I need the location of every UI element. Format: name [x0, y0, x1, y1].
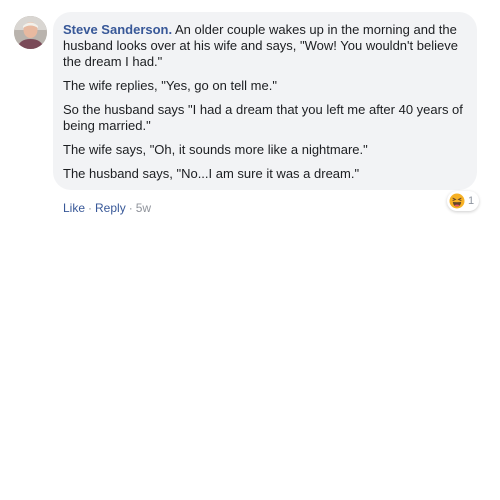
comment-text: So the husband says "I had a dream that …	[63, 102, 463, 133]
like-button[interactable]: Like	[63, 201, 85, 215]
comment-bubble: Steve Sanderson. An older couple wakes u…	[53, 12, 477, 190]
comment-text: The wife replies, "Yes, go on tell me."	[63, 78, 277, 93]
comment-timestamp[interactable]: 5w	[136, 201, 151, 215]
action-separator: ·	[88, 201, 93, 215]
comment-text: The husband says, "No...I am sure it was…	[63, 166, 360, 181]
comment-actions: Like · Reply · 5w	[63, 201, 151, 215]
author-name[interactable]: Steve Sanderson.	[63, 22, 172, 37]
comment-first-paragraph: Steve Sanderson. An older couple wakes u…	[63, 22, 465, 70]
comment-text: The wife says, "Oh, it sounds more like …	[63, 142, 368, 157]
reaction-summary[interactable]: 1	[447, 191, 480, 211]
haha-reaction-icon	[449, 193, 465, 209]
avatar-photo	[14, 16, 47, 49]
avatar[interactable]	[14, 16, 47, 49]
reply-button[interactable]: Reply	[95, 201, 126, 215]
reaction-count: 1	[468, 195, 475, 207]
action-separator: ·	[128, 201, 133, 215]
